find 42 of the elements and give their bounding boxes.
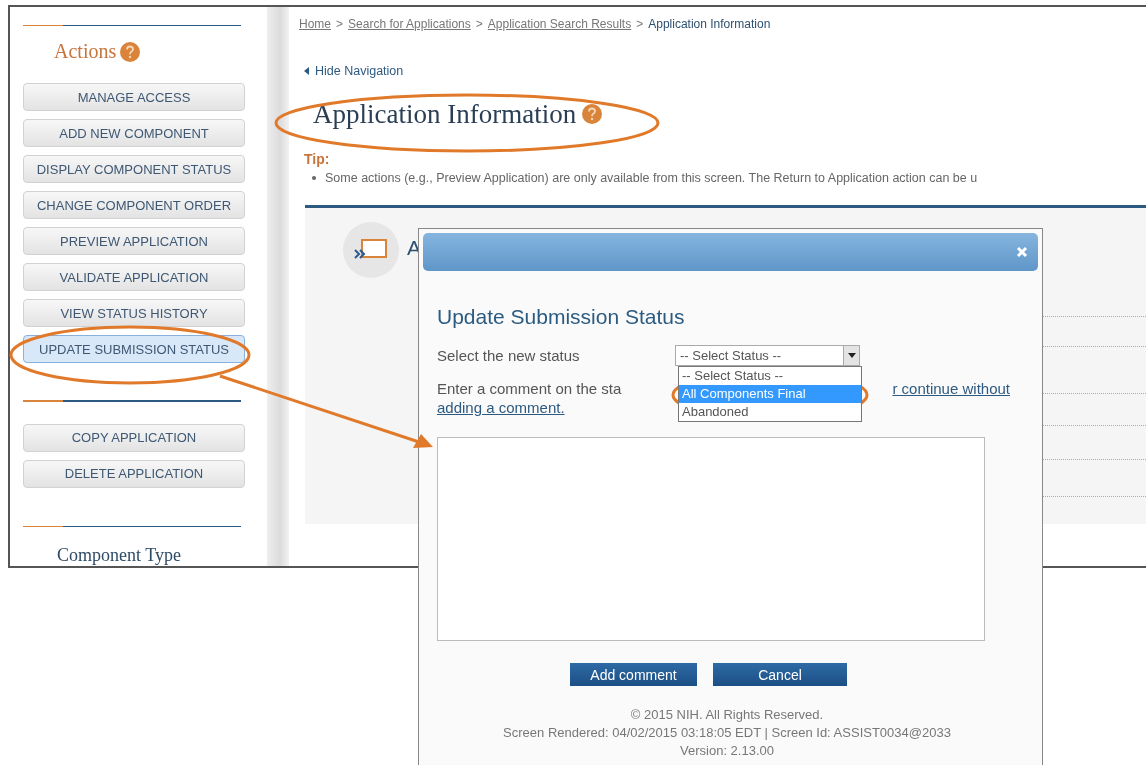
breadcrumb-separator: > — [336, 17, 344, 31]
action-button[interactable]: VIEW STATUS HISTORY — [23, 299, 245, 328]
dropdown-option[interactable]: -- Select Status -- — [679, 366, 861, 385]
hide-navigation-link[interactable]: Hide Navigation — [304, 64, 404, 78]
continue-link[interactable]: r continue without — [892, 379, 1010, 398]
action-button[interactable]: ADD NEW COMPONENT — [23, 119, 245, 148]
continue-link[interactable]: adding a comment. — [437, 398, 565, 417]
sidebar-title: Actions — [54, 40, 117, 64]
breadcrumb-current: Application Information — [648, 17, 771, 31]
cancel-button[interactable]: Cancel — [713, 663, 847, 686]
breadcrumb-link[interactable]: Application Search Results — [487, 17, 632, 31]
dialog-title: Update Submission Status — [437, 305, 686, 329]
action-button[interactable]: DELETE APPLICATION — [23, 459, 245, 488]
help-icon[interactable] — [582, 104, 603, 124]
tip-label: Tip: — [304, 151, 331, 167]
action-button[interactable]: COPY APPLICATION — [23, 423, 245, 452]
status-label: Select the new status — [437, 346, 581, 364]
page-title: Application Information — [313, 98, 577, 130]
dropdown-option[interactable]: Abandoned — [679, 402, 861, 421]
breadcrumb-link[interactable]: Home — [299, 17, 331, 31]
comment-field[interactable] — [437, 437, 985, 641]
breadcrumb-link[interactable]: Search for Applications — [348, 17, 471, 31]
breadcrumb-separator: > — [636, 17, 644, 31]
footer-text: Version: 2.13.00 — [679, 742, 775, 760]
section-title: Component Type — [57, 545, 182, 566]
bullet-icon — [312, 176, 316, 180]
action-button[interactable]: VALIDATE APPLICATION — [23, 263, 245, 292]
close-icon[interactable] — [1016, 246, 1028, 258]
tip-text: Some actions (e.g., Preview Application) are only available from this screen. The Return to Application action can be u — [325, 171, 978, 185]
action-button[interactable]: UPDATE SUBMISSION STATUS — [23, 335, 245, 364]
action-button[interactable]: CHANGE COMPONENT ORDER — [23, 191, 245, 220]
breadcrumb-separator: > — [475, 17, 483, 31]
status-dropdown[interactable]: -- Select Status -- — [675, 344, 860, 366]
help-icon[interactable] — [120, 41, 141, 62]
action-button[interactable]: DISPLAY COMPONENT STATUS — [23, 155, 245, 184]
action-button[interactable]: PREVIEW APPLICATION — [23, 227, 245, 256]
footer-text: Screen Rendered: 04/02/2015 03:18:05 EDT | Screen Id: ASSIST0034@2033 — [502, 724, 952, 742]
comment-prompt: Enter a comment on the sta — [437, 379, 622, 398]
action-button[interactable]: MANAGE ACCESS — [23, 83, 245, 112]
add-comment-button[interactable]: Add comment — [570, 663, 697, 686]
caret-icon — [304, 67, 309, 75]
footer-text: © 2015 NIH. All Rights Reserved. — [629, 706, 825, 724]
